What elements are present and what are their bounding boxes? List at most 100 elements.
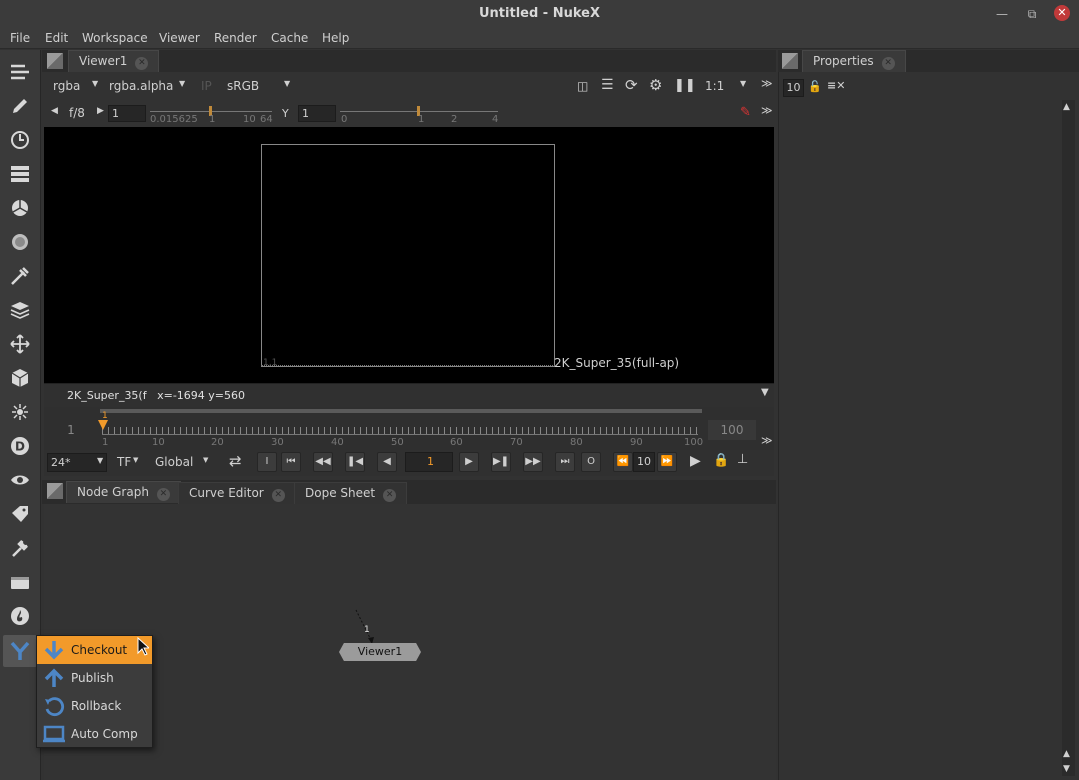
menu-item-auto-comp[interactable]: Auto Comp <box>37 720 152 748</box>
minimize-button[interactable]: — <box>993 5 1011 23</box>
stop-down-icon[interactable]: ◀ <box>51 106 58 116</box>
views-nodes-icon[interactable] <box>8 468 32 492</box>
max-panels-input[interactable]: 10 <box>783 79 804 97</box>
menu-item-publish[interactable]: Publish <box>37 664 152 692</box>
next-keyframe-button[interactable]: ▶▶ <box>523 452 543 472</box>
close-icon[interactable]: ✕ <box>881 57 895 70</box>
lock-panels-icon[interactable]: 🔓 <box>808 80 822 93</box>
transform-nodes-icon[interactable] <box>8 332 32 356</box>
close-icon[interactable]: ✕ <box>135 57 149 70</box>
channel-nodes-icon[interactable] <box>8 162 32 186</box>
expand-timeline-icon[interactable]: ≫ <box>761 434 773 447</box>
menu-item-rollback[interactable]: Rollback <box>37 692 152 720</box>
skip-forward-button[interactable]: ⏩ <box>657 452 677 472</box>
properties-panel-grip[interactable] <box>782 53 798 69</box>
timeline-end-field[interactable]: 100 <box>708 420 756 440</box>
gamma-input[interactable]: 1 <box>298 105 336 122</box>
last-frame-button[interactable]: ⏭ <box>555 452 575 472</box>
tab-node-graph[interactable]: Node Graph ✕ <box>66 481 181 503</box>
timeline-start-field[interactable]: 1 <box>52 420 90 440</box>
menu-item-checkout[interactable]: Checkout <box>37 636 152 664</box>
previous-keyframe-button[interactable]: ◀◀ <box>313 452 333 472</box>
scroll-up-icon[interactable]: ▲ <box>1063 102 1070 112</box>
tab-properties[interactable]: Properties ✕ <box>802 50 906 72</box>
play-backward-button[interactable]: ◀ <box>377 452 397 472</box>
gain-input[interactable]: 1 <box>108 105 146 122</box>
draw-nodes-icon[interactable] <box>8 94 32 118</box>
menu-help[interactable]: Help <box>322 31 349 45</box>
pause-icon[interactable]: ❚❚ <box>674 78 696 93</box>
wipe-icon[interactable]: ◫ <box>577 79 588 93</box>
input-process-toggle[interactable]: IP <box>201 79 212 93</box>
channels-dropdown[interactable]: rgba <box>53 79 80 93</box>
menu-workspace[interactable]: Workspace <box>82 31 148 45</box>
merge-nodes-icon[interactable] <box>8 298 32 322</box>
close-icon[interactable]: ✕ <box>156 488 170 501</box>
play-forward-button[interactable]: ▶ <box>459 452 479 472</box>
frame-increment-input[interactable]: 10 <box>633 452 655 472</box>
list-icon[interactable]: ☰ <box>601 77 614 93</box>
tab-dope-sheet[interactable]: Dope Sheet ✕ <box>294 482 408 504</box>
stop-up-icon[interactable]: ▶ <box>97 106 104 116</box>
close-icon[interactable]: ✕ <box>271 489 285 502</box>
in-point-button[interactable]: I <box>257 452 277 472</box>
image-nodes-icon[interactable] <box>8 60 32 84</box>
metadata-nodes-icon[interactable] <box>8 502 32 526</box>
clear-panels-icon[interactable]: ≡✕ <box>827 79 845 92</box>
out-point-button[interactable]: O <box>581 452 601 472</box>
keyer-nodes-icon[interactable] <box>8 264 32 288</box>
range-mode-dropdown[interactable]: Global <box>155 455 193 469</box>
color-picker-icon[interactable]: ✎ <box>740 105 751 120</box>
current-frame-input[interactable]: 1 <box>405 452 453 472</box>
expand-controls-icon[interactable]: ≫ <box>761 104 773 117</box>
deep-nodes-icon[interactable]: D <box>8 434 32 458</box>
timeline-axis <box>102 434 698 435</box>
color-nodes-icon[interactable] <box>8 196 32 220</box>
colorspace-dropdown[interactable]: sRGB <box>227 79 259 93</box>
rollback-icon <box>37 695 71 717</box>
3d-nodes-icon[interactable] <box>8 366 32 390</box>
expand-controls-icon[interactable]: ≫ <box>761 77 773 90</box>
zoom-dropdown[interactable]: 1:1 <box>705 79 724 93</box>
menu-render[interactable]: Render <box>214 31 257 45</box>
furnace-nodes-icon[interactable] <box>8 604 32 628</box>
toolsets-nodes-icon[interactable] <box>8 536 32 560</box>
timeline-ruler-icon[interactable]: ⊥ <box>737 452 748 467</box>
next-frame-button[interactable]: ▶❚ <box>491 452 511 472</box>
skip-back-button[interactable]: ⏪ <box>613 452 633 472</box>
timecode-dropdown[interactable]: TF <box>117 455 131 469</box>
tab-viewer1[interactable]: Viewer1 ✕ <box>68 50 160 72</box>
roi-icon[interactable]: ⚙ <box>649 76 662 94</box>
properties-scrollbar[interactable] <box>1062 100 1075 776</box>
first-frame-button[interactable]: ⏮ <box>281 452 301 472</box>
menu-edit[interactable]: Edit <box>45 31 68 45</box>
menu-viewer[interactable]: Viewer <box>159 31 200 45</box>
loop-mode-icon[interactable]: ⇄ <box>229 452 242 470</box>
scroll-down-icon[interactable]: ▲ <box>1063 749 1070 759</box>
tab-curve-editor[interactable]: Curve Editor ✕ <box>178 482 296 504</box>
node-graph-panel-grip[interactable] <box>47 483 63 499</box>
viewer-node[interactable]: Viewer1 <box>339 643 421 661</box>
menu-item-label: Checkout <box>71 643 128 657</box>
timeline-tick-label: 50 <box>391 437 404 448</box>
alpha-channel-dropdown[interactable]: rgba.alpha <box>109 79 173 93</box>
particles-nodes-icon[interactable] <box>8 400 32 424</box>
timeline-range-bar[interactable] <box>100 409 702 413</box>
filter-nodes-icon[interactable] <box>8 230 32 254</box>
other-nodes-icon[interactable] <box>8 570 32 594</box>
close-window-button[interactable]: ✕ <box>1054 5 1070 21</box>
arrow-down-icon <box>37 639 71 661</box>
lock-icon[interactable]: 🔒 <box>713 453 729 468</box>
time-nodes-icon[interactable] <box>8 128 32 152</box>
close-icon[interactable]: ✕ <box>383 489 397 502</box>
info-dropdown-icon[interactable]: ▼ <box>761 387 769 398</box>
node-graph-canvas[interactable] <box>44 504 776 780</box>
restore-button[interactable]: ⧉ <box>1023 5 1041 23</box>
previous-frame-button[interactable]: ❚◀ <box>345 452 365 472</box>
flipbook-icon[interactable]: ▶ <box>690 453 701 469</box>
menu-cache[interactable]: Cache <box>271 31 308 45</box>
viewer-panel-grip[interactable] <box>47 53 63 69</box>
scroll-bottom-icon[interactable]: ▼ <box>1063 764 1070 774</box>
menu-file[interactable]: File <box>10 31 30 45</box>
refresh-icon[interactable]: ⟳ <box>625 76 638 94</box>
